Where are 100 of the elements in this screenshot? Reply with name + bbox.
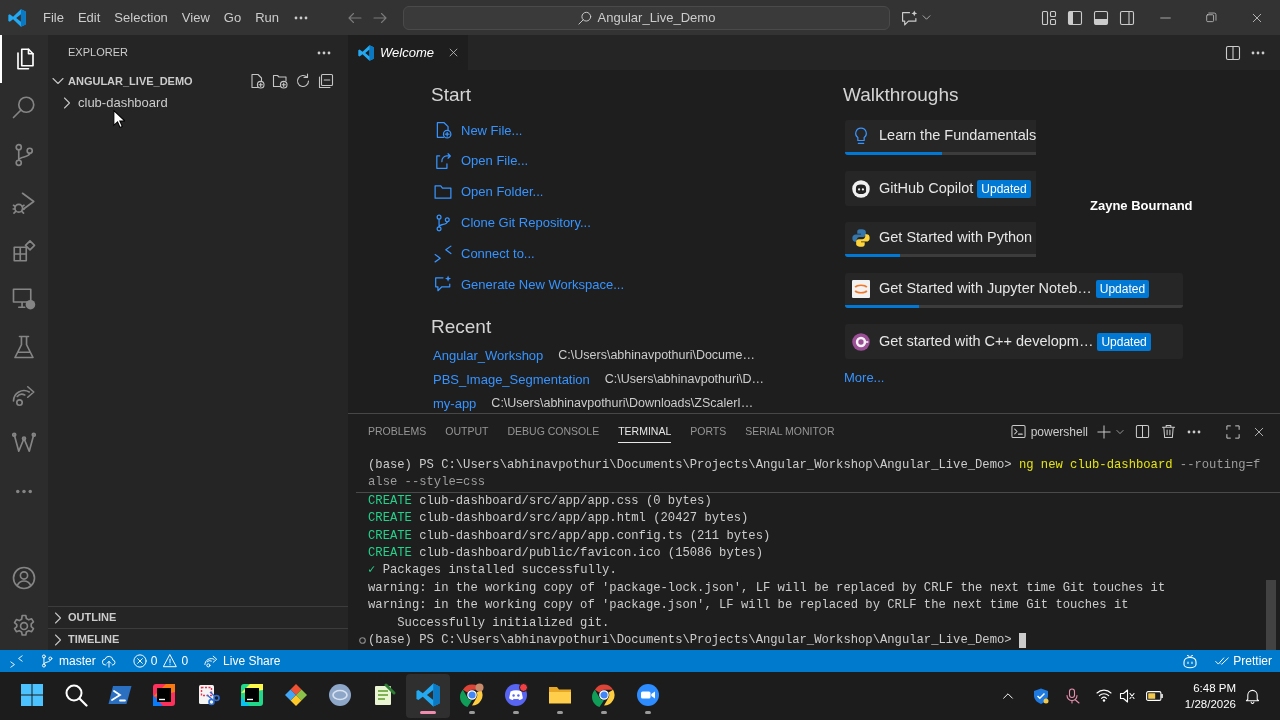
app-logo-icon[interactable] bbox=[8, 8, 26, 27]
problems-button[interactable]: 0 0 bbox=[132, 650, 189, 672]
plus-icon[interactable] bbox=[1097, 424, 1111, 439]
walkthrough-card[interactable]: GitHub Copilot Updated bbox=[845, 171, 1036, 206]
remote-icon[interactable] bbox=[9, 654, 23, 668]
zigzag-nodes-icon[interactable] bbox=[12, 431, 36, 455]
walkthrough-card[interactable]: Get started with C++ developm… Updated bbox=[845, 324, 1183, 359]
walkthrough-card[interactable]: Get Started with Jupyter Noteb… Updated bbox=[845, 273, 1183, 308]
maximize-icon[interactable] bbox=[1226, 424, 1240, 439]
recent-link[interactable]: Angular_Workshop bbox=[433, 346, 544, 366]
terminal-line: Successfully initialized git. bbox=[396, 614, 610, 632]
recent-path: C:\Users\abhinavpothuri\D… bbox=[604, 371, 764, 389]
video-camera-icon bbox=[636, 683, 660, 707]
panel-tab[interactable]: DEBUG CONSOLE bbox=[507, 420, 600, 443]
start-action-link[interactable]: Clone Git Repository... bbox=[431, 207, 843, 239]
menu-item[interactable]: Edit bbox=[70, 5, 108, 30]
menu-item[interactable]: Go bbox=[216, 5, 249, 30]
status-badge: Updated bbox=[977, 179, 1031, 198]
sparkle-chat-icon[interactable] bbox=[901, 9, 918, 26]
panel-toggle-icon[interactable] bbox=[1093, 9, 1109, 26]
trash-icon[interactable] bbox=[1161, 424, 1176, 439]
lightbulb-icon bbox=[852, 127, 870, 145]
folder-name[interactable]: ANGULAR_LIVE_DEMO bbox=[68, 72, 193, 90]
chevron-down-icon[interactable] bbox=[921, 12, 932, 23]
monitor-icon[interactable] bbox=[12, 287, 36, 311]
more-link[interactable]: More... bbox=[844, 369, 885, 387]
refresh-icon[interactable] bbox=[295, 73, 311, 89]
branch-button[interactable]: master bbox=[40, 650, 116, 672]
start-action-link[interactable]: New File... bbox=[431, 115, 843, 146]
close-icon[interactable] bbox=[1251, 11, 1263, 24]
app-logo-icon bbox=[358, 44, 374, 61]
walkthrough-card[interactable]: Get Started with Python bbox=[845, 222, 1036, 257]
flask-icon[interactable] bbox=[12, 335, 36, 359]
account-icon[interactable] bbox=[12, 566, 36, 590]
settings-icon[interactable] bbox=[12, 614, 36, 638]
section-heading: Recent bbox=[431, 314, 493, 339]
battery-icon[interactable] bbox=[1145, 691, 1163, 701]
side-panel-toggle-icon[interactable] bbox=[1119, 9, 1135, 26]
terminal-select-button[interactable]: powershell bbox=[1010, 420, 1094, 443]
close-icon[interactable] bbox=[448, 47, 459, 58]
microphone-icon[interactable] bbox=[1063, 688, 1080, 704]
clock[interactable]: 6:48 PM 1/28/2026 bbox=[1184, 680, 1236, 712]
start-action-link[interactable]: Generate New Workspace... bbox=[431, 269, 843, 300]
panel-tab[interactable]: TERMINAL bbox=[618, 420, 672, 443]
panel-tab[interactable]: OUTPUT bbox=[445, 420, 489, 443]
command-ring-icon[interactable] bbox=[358, 637, 366, 645]
start-action-link[interactable]: Open File... bbox=[431, 145, 843, 177]
sidebar-toggle-icon[interactable] bbox=[1067, 9, 1083, 26]
live-share-button[interactable]: Live Share bbox=[204, 650, 281, 672]
command-center[interactable]: Angular_Live_Demo bbox=[403, 5, 890, 30]
recent-link[interactable]: my-app bbox=[433, 394, 477, 413]
formatter-button[interactable]: Prettier bbox=[1215, 650, 1272, 672]
bell-icon[interactable] bbox=[1245, 688, 1260, 704]
wifi-icon[interactable] bbox=[1095, 689, 1112, 703]
share-arrow-icon[interactable] bbox=[12, 383, 36, 407]
terminal-line: CREATE club-dashboard/src/app/app.css (0 bytes) bbox=[368, 492, 712, 510]
recent-link[interactable]: PBS_Image_Segmentation bbox=[433, 370, 590, 390]
new-folder-icon[interactable] bbox=[272, 73, 288, 89]
sidebar-title: EXPLORER bbox=[68, 45, 128, 61]
split-icon[interactable] bbox=[1135, 424, 1150, 439]
split-editor-icon[interactable] bbox=[1225, 44, 1241, 61]
layout-grid-icon[interactable] bbox=[1041, 9, 1057, 26]
mouse-pointer-icon bbox=[113, 110, 125, 128]
more-icon[interactable] bbox=[294, 15, 308, 20]
section-header[interactable]: OUTLINE bbox=[68, 609, 117, 626]
branch-icon[interactable] bbox=[12, 143, 36, 167]
new-file-icon[interactable] bbox=[249, 73, 265, 89]
terminal-line: CREATE club-dashboard/src/app/app.html (20427 bytes) bbox=[368, 510, 749, 528]
more-icon[interactable] bbox=[1251, 50, 1265, 55]
controller-face-icon bbox=[504, 683, 528, 707]
panel-tab[interactable]: PROBLEMS bbox=[368, 420, 427, 443]
walkthrough-card[interactable]: Learn the Fundamentals bbox=[845, 120, 1036, 155]
start-action-link[interactable]: Connect to... bbox=[431, 238, 843, 269]
menu-item[interactable]: File bbox=[36, 5, 71, 30]
robot-face-icon[interactable] bbox=[1182, 653, 1199, 669]
panel-tab[interactable]: SERIAL MONITOR bbox=[745, 420, 835, 443]
terminal-line: warning: in the working copy of 'package.json', LF will be replaced by CRLF the next time Git touches it bbox=[368, 597, 1129, 615]
menu-item[interactable]: View bbox=[174, 5, 217, 30]
scrollbar-thumb[interactable] bbox=[1266, 580, 1276, 650]
menu-item[interactable]: Run bbox=[248, 5, 286, 30]
menu-item[interactable]: Selection bbox=[107, 5, 175, 30]
search-icon[interactable] bbox=[12, 95, 36, 119]
blocks-icon[interactable] bbox=[12, 239, 36, 263]
more-icon[interactable] bbox=[1187, 429, 1201, 434]
panel-tab[interactable]: PORTS bbox=[690, 420, 727, 443]
square-tile-icon bbox=[152, 683, 176, 707]
minimize-icon[interactable] bbox=[1159, 16, 1171, 19]
shield-icon[interactable] bbox=[1032, 688, 1049, 704]
speaker-muted-icon[interactable] bbox=[1118, 688, 1135, 704]
tree-item[interactable]: club-dashboard bbox=[78, 93, 168, 113]
more-icon[interactable] bbox=[317, 50, 331, 55]
restore-icon[interactable] bbox=[1205, 12, 1217, 23]
editor-tab[interactable]: Welcome bbox=[348, 35, 468, 70]
robot-face-icon bbox=[852, 179, 870, 198]
play-bug-icon[interactable] bbox=[12, 191, 36, 215]
close-icon[interactable] bbox=[1253, 425, 1265, 438]
start-action-link[interactable]: Open Folder... bbox=[431, 176, 843, 208]
collapse-icon[interactable] bbox=[318, 73, 334, 89]
status-badge: Updated bbox=[1097, 332, 1151, 351]
section-header[interactable]: TIMELINE bbox=[68, 631, 120, 648]
